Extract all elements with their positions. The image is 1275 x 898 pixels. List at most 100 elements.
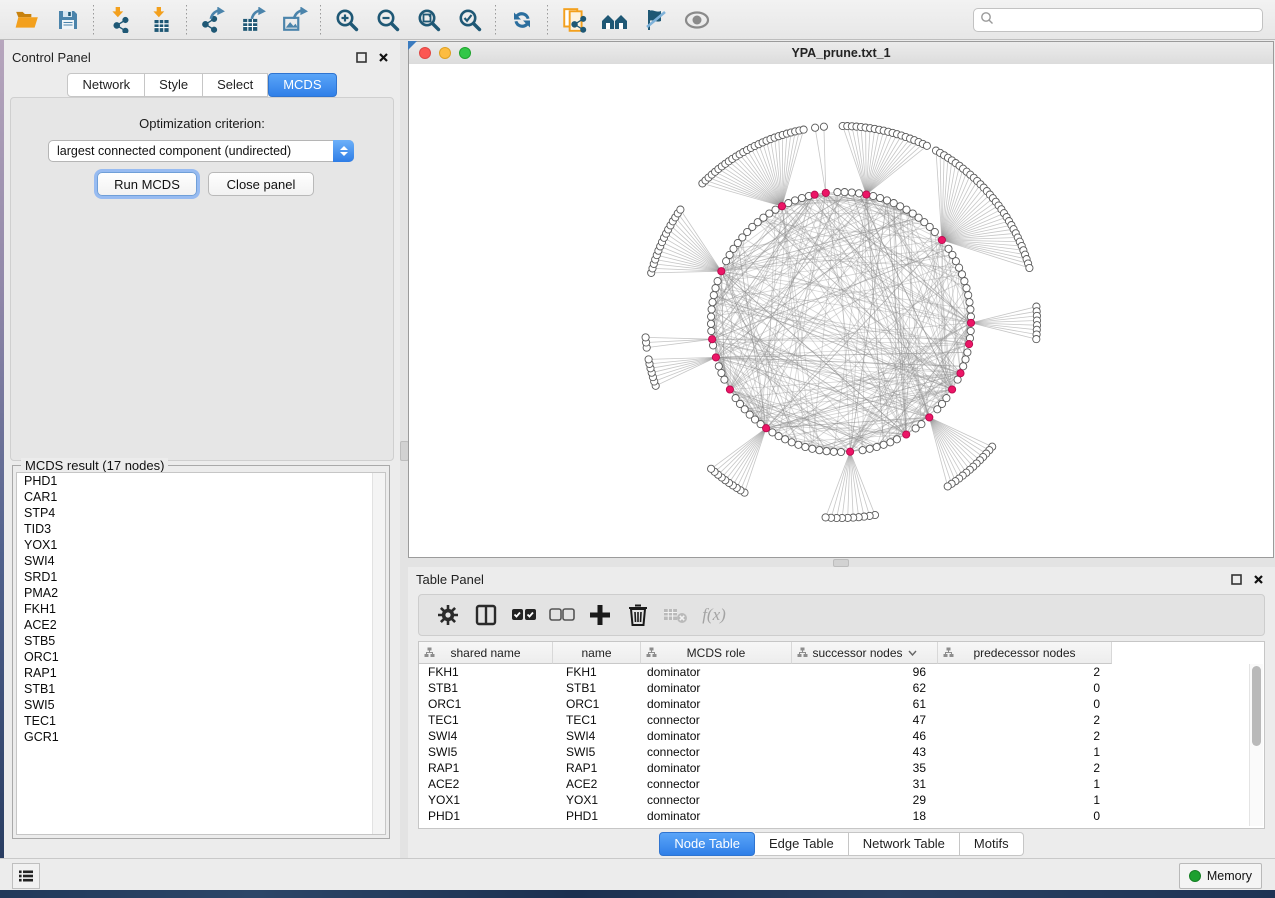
tab-style[interactable]: Style bbox=[145, 73, 203, 97]
table-row[interactable]: YOX1YOX1connector291 bbox=[419, 792, 1264, 808]
table-cell: 0 bbox=[938, 808, 1112, 824]
tab-network[interactable]: Network bbox=[67, 73, 145, 97]
save-icon[interactable] bbox=[47, 3, 88, 37]
float-panel-icon[interactable] bbox=[1227, 571, 1245, 587]
table-cell: 0 bbox=[938, 696, 1112, 712]
export-image-icon[interactable] bbox=[274, 3, 315, 37]
result-list-scrollbar[interactable] bbox=[372, 473, 385, 834]
memory-button[interactable]: Memory bbox=[1179, 863, 1262, 889]
close-panel-button[interactable]: Close panel bbox=[208, 172, 314, 196]
optimization-criterion-select[interactable]: largest connected component (undirected) bbox=[48, 140, 354, 162]
node-table[interactable]: shared namenameMCDS rolesuccessor nodesp… bbox=[418, 641, 1265, 829]
birdseye-icon[interactable] bbox=[676, 3, 717, 37]
table-row[interactable]: ORC1ORC1dominator610 bbox=[419, 696, 1264, 712]
table-row[interactable]: ACE2ACE2connector311 bbox=[419, 776, 1264, 792]
table-row[interactable]: SWI5SWI5connector431 bbox=[419, 744, 1264, 760]
export-network-icon[interactable] bbox=[192, 3, 233, 37]
table-cell bbox=[1112, 712, 1264, 728]
zoom-selected-icon[interactable] bbox=[449, 3, 490, 37]
vertical-splitter[interactable] bbox=[400, 40, 408, 858]
table-row[interactable]: TEC1TEC1connector472 bbox=[419, 712, 1264, 728]
table-cell bbox=[1112, 760, 1264, 776]
table-cell: TEC1 bbox=[419, 712, 553, 728]
result-node-item[interactable]: GCR1 bbox=[17, 729, 385, 745]
result-node-item[interactable]: PHD1 bbox=[17, 473, 385, 489]
result-node-item[interactable]: PMA2 bbox=[17, 585, 385, 601]
tab-motifs[interactable]: Motifs bbox=[960, 832, 1024, 856]
scrollbar-thumb[interactable] bbox=[1252, 666, 1261, 746]
table-row[interactable]: FKH1FKH1dominator962 bbox=[419, 664, 1264, 680]
horizontal-splitter[interactable] bbox=[408, 558, 1275, 567]
gear-icon[interactable] bbox=[429, 598, 467, 632]
table-cell: TEC1 bbox=[553, 712, 641, 728]
result-node-item[interactable]: STP4 bbox=[17, 505, 385, 521]
table-panel: Table Panel f(x) shared namenameMCDS rol… bbox=[408, 567, 1275, 858]
result-node-item[interactable]: TEC1 bbox=[17, 713, 385, 729]
result-node-item[interactable]: ORC1 bbox=[17, 649, 385, 665]
tab-edge-table[interactable]: Edge Table bbox=[755, 832, 849, 856]
run-mcds-button[interactable]: Run MCDS bbox=[97, 172, 197, 196]
result-node-item[interactable]: SWI5 bbox=[17, 697, 385, 713]
search-input[interactable] bbox=[994, 12, 1256, 28]
table-scrollbar[interactable] bbox=[1249, 664, 1263, 826]
tab-network-table[interactable]: Network Table bbox=[849, 832, 960, 856]
column-header-predecessor-nodes[interactable]: predecessor nodes bbox=[938, 642, 1112, 664]
result-node-item[interactable]: STB1 bbox=[17, 681, 385, 697]
result-node-item[interactable]: CAR1 bbox=[17, 489, 385, 505]
import-network-icon[interactable] bbox=[99, 3, 140, 37]
clone-network-icon[interactable] bbox=[553, 3, 594, 37]
open-file-icon[interactable] bbox=[6, 3, 47, 37]
control-panel: Control Panel NetworkStyleSelectMCDS Opt… bbox=[4, 45, 400, 858]
zoom-fit-icon[interactable] bbox=[408, 3, 449, 37]
result-node-item[interactable]: YOX1 bbox=[17, 537, 385, 553]
panel-menu-button[interactable] bbox=[12, 863, 40, 889]
close-panel-icon[interactable] bbox=[1249, 571, 1267, 587]
table-row[interactable]: SWI4SWI4dominator462 bbox=[419, 728, 1264, 744]
column-header-name[interactable]: name bbox=[553, 642, 641, 664]
first-neighbors-icon[interactable] bbox=[594, 3, 635, 37]
column-header-MCDS-role[interactable]: MCDS role bbox=[641, 642, 792, 664]
delete-icon[interactable] bbox=[619, 598, 657, 632]
tab-select[interactable]: Select bbox=[203, 73, 268, 97]
refresh-icon[interactable] bbox=[501, 3, 542, 37]
result-node-item[interactable]: ACE2 bbox=[17, 617, 385, 633]
close-panel-icon[interactable] bbox=[374, 49, 392, 65]
network-canvas[interactable] bbox=[409, 64, 1273, 557]
result-node-item[interactable]: STB5 bbox=[17, 633, 385, 649]
result-node-item[interactable]: SRD1 bbox=[17, 569, 385, 585]
columns-icon[interactable] bbox=[467, 598, 505, 632]
float-panel-icon[interactable] bbox=[352, 49, 370, 65]
table-row[interactable]: STB1STB1dominator620 bbox=[419, 680, 1264, 696]
table-row[interactable]: PHD1PHD1dominator180 bbox=[419, 808, 1264, 824]
add-icon[interactable] bbox=[581, 598, 619, 632]
table-cell bbox=[1112, 728, 1264, 744]
result-node-item[interactable]: FKH1 bbox=[17, 601, 385, 617]
table-cell: SWI5 bbox=[553, 744, 641, 760]
mcds-result-list[interactable]: PHD1CAR1STP4TID3YOX1SWI4SRD1PMA2FKH1ACE2… bbox=[16, 472, 386, 835]
zoom-out-icon[interactable] bbox=[367, 3, 408, 37]
column-header-successor-nodes[interactable]: successor nodes bbox=[792, 642, 938, 664]
select-all-icon[interactable] bbox=[505, 598, 543, 632]
table-cell: dominator bbox=[641, 680, 792, 696]
tab-node-table[interactable]: Node Table bbox=[659, 832, 755, 856]
table-row[interactable]: RAP1RAP1dominator352 bbox=[419, 760, 1264, 776]
result-node-item[interactable]: RAP1 bbox=[17, 665, 385, 681]
result-node-item[interactable]: TID3 bbox=[17, 521, 385, 537]
search-box[interactable] bbox=[973, 8, 1263, 32]
hide-details-icon[interactable] bbox=[635, 3, 676, 37]
deselect-all-icon[interactable] bbox=[543, 598, 581, 632]
table-cell: SWI5 bbox=[419, 744, 553, 760]
zoom-in-icon[interactable] bbox=[326, 3, 367, 37]
network-window-titlebar[interactable]: YPA_prune.txt_1 bbox=[409, 42, 1273, 65]
tab-mcds[interactable]: MCDS bbox=[268, 73, 336, 97]
column-header-shared-name[interactable]: shared name bbox=[419, 642, 553, 664]
result-node-item[interactable]: SWI4 bbox=[17, 553, 385, 569]
export-table-icon[interactable] bbox=[233, 3, 274, 37]
table-cell bbox=[1112, 696, 1264, 712]
table-cell: YOX1 bbox=[553, 792, 641, 808]
table-cell: YOX1 bbox=[419, 792, 553, 808]
splitter-handle[interactable] bbox=[833, 559, 849, 567]
search-icon bbox=[980, 11, 994, 30]
import-table-icon[interactable] bbox=[140, 3, 181, 37]
table-cell: 43 bbox=[792, 744, 938, 760]
